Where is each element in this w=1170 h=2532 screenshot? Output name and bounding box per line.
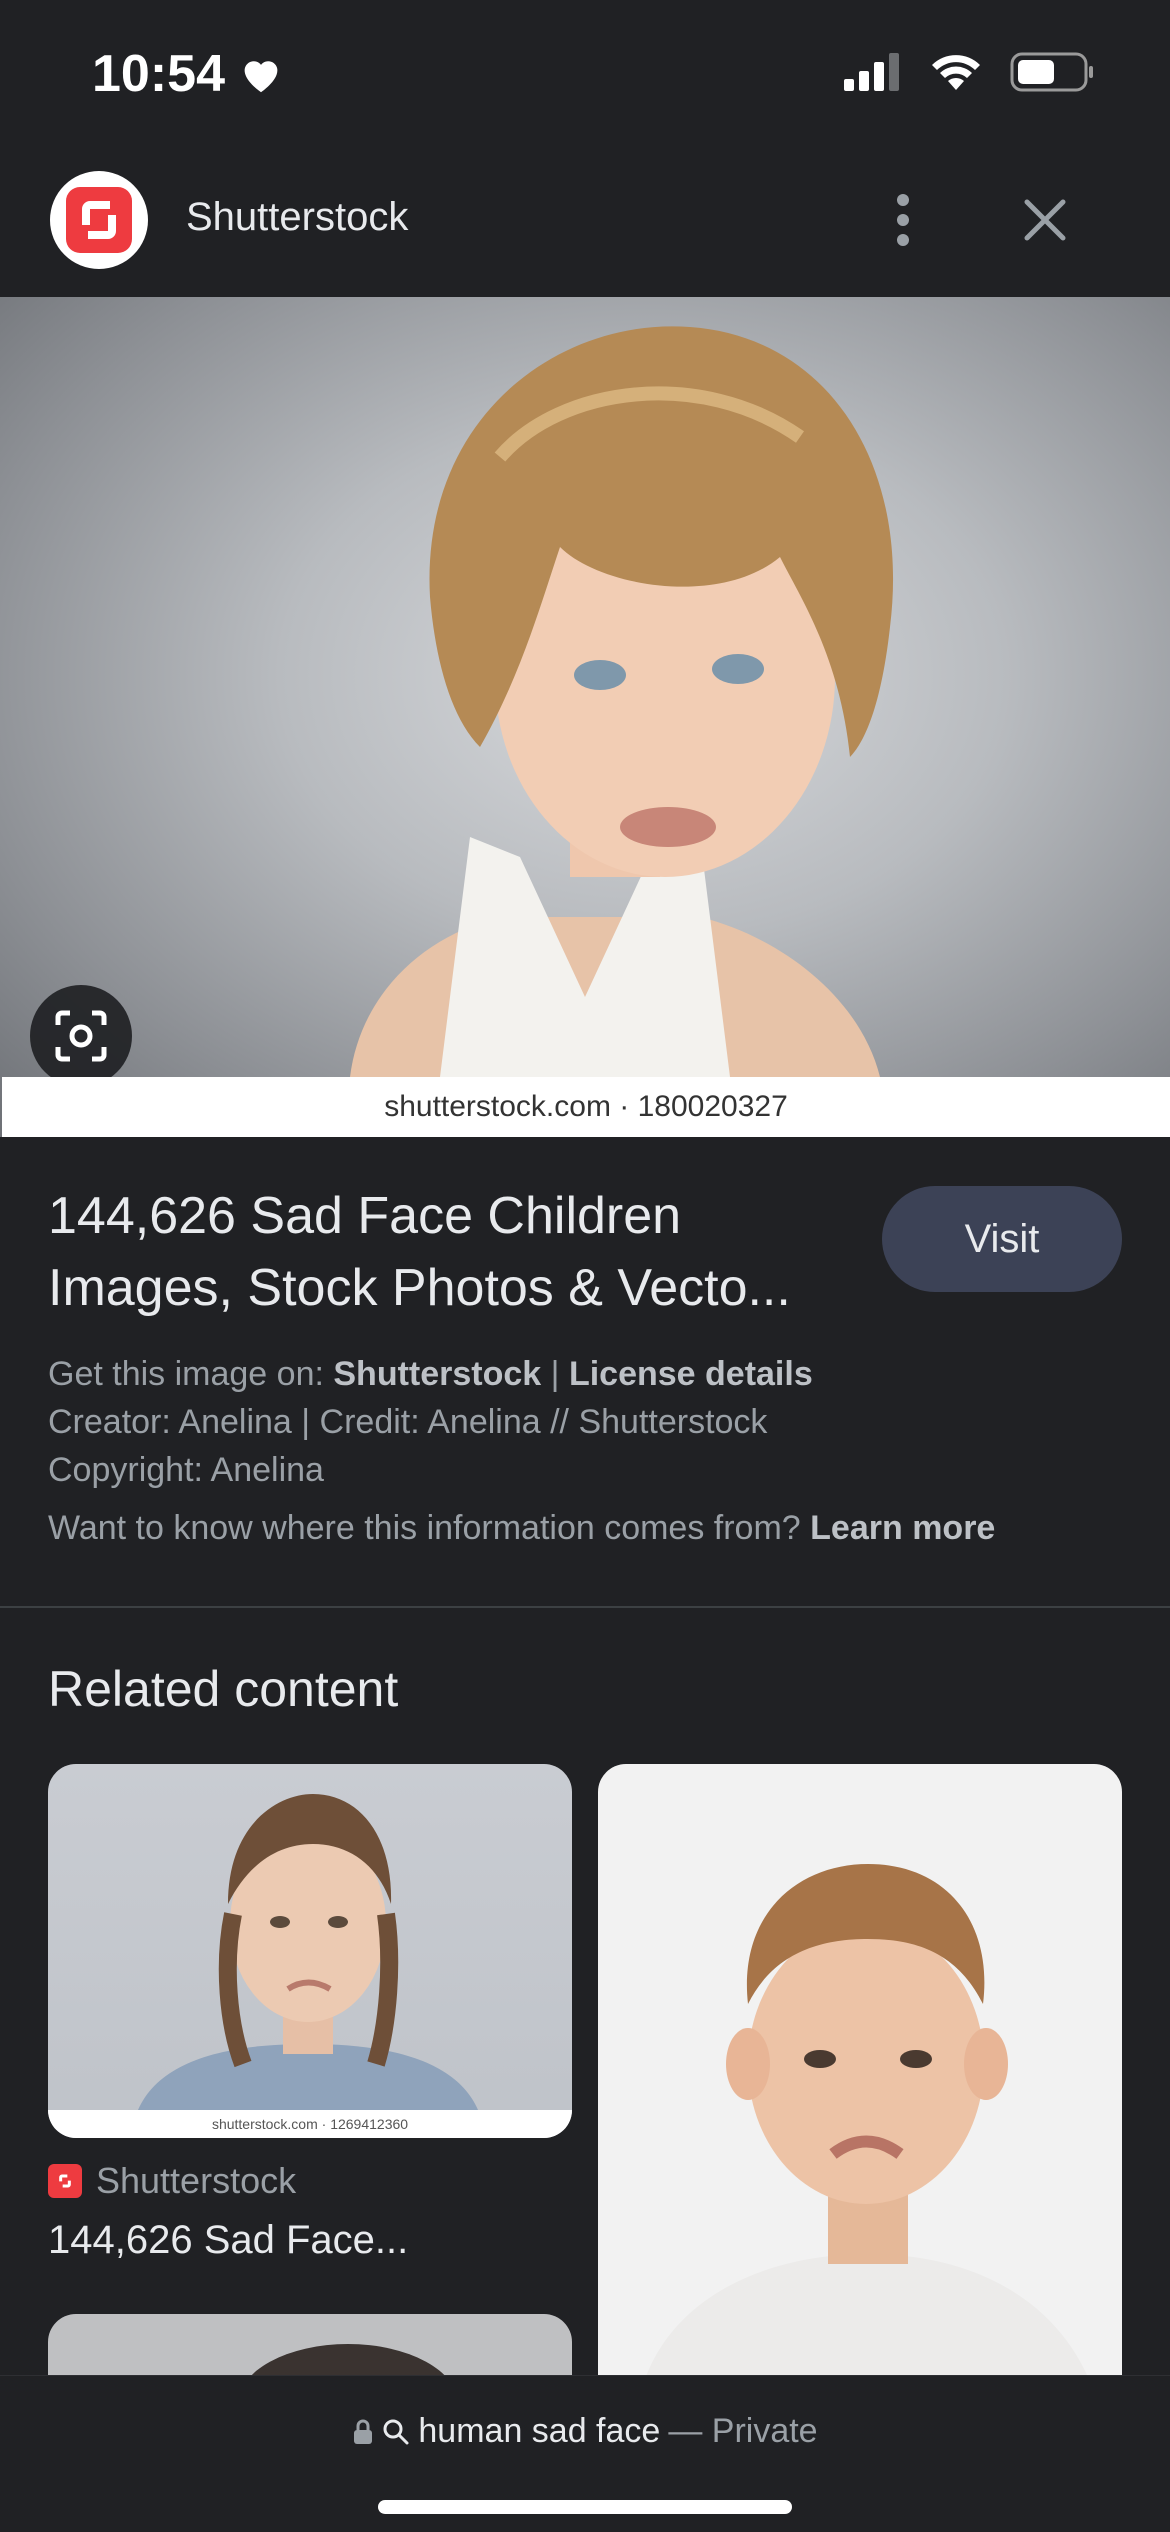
- related-card-title[interactable]: 144,626 Sad Face...: [48, 2218, 408, 2263]
- related-card-image[interactable]: shutterstock.com · 1269412360: [48, 1764, 572, 2138]
- result-meta: Get this image on: Shutterstock | Licens…: [48, 1350, 1128, 1552]
- sad-girl-photo: [138, 1794, 478, 2110]
- status-time: 10:54: [92, 44, 283, 104]
- clock: 10:54: [92, 45, 225, 103]
- crying-toddler-photo: [638, 1864, 1098, 2404]
- info-source-row: Want to know where this information come…: [48, 1504, 1128, 1552]
- creator-line: Creator: Anelina | Credit: Anelina // Sh…: [48, 1403, 768, 1441]
- get-image-row: Get this image on: Shutterstock | Licens…: [48, 1350, 1128, 1398]
- signal-icon: [844, 53, 899, 91]
- shutterstock-logo-icon: [66, 187, 132, 253]
- source-link[interactable]: Shutterstock: [333, 1355, 541, 1393]
- close-button[interactable]: [1010, 185, 1080, 255]
- copyright-line: Copyright: Anelina: [48, 1451, 324, 1489]
- battery-icon: [1010, 52, 1093, 92]
- related-card-source-name: Shutterstock: [96, 2160, 297, 2201]
- main-image[interactable]: shutterstock.com · 180020327: [0, 297, 1170, 1137]
- private-label: — Private: [668, 2412, 818, 2450]
- shutterstock-mini-icon: [48, 2164, 82, 2198]
- related-card-source: Shutterstock: [48, 2160, 296, 2202]
- image-watermark-caption: shutterstock.com · 180020327: [2, 1077, 1170, 1137]
- related-card-caption: shutterstock.com · 1269412360: [48, 2110, 572, 2138]
- status-bar: 10:54: [0, 0, 1170, 155]
- site-name[interactable]: Shutterstock: [186, 195, 408, 240]
- status-indicators: [844, 52, 1094, 92]
- lens-search-button[interactable]: [30, 985, 132, 1087]
- search-query: human sad face: [418, 2412, 661, 2450]
- heart-icon: [244, 61, 278, 93]
- search-icon: [383, 2419, 409, 2444]
- divider: [0, 1606, 1170, 1608]
- get-image-prefix: Get this image on:: [48, 1355, 324, 1393]
- wifi-icon: [932, 55, 980, 90]
- more-options-button[interactable]: [878, 185, 928, 255]
- learn-more-link[interactable]: Learn more: [810, 1509, 995, 1547]
- close-icon: [1024, 199, 1066, 241]
- crying-boy-photo: [350, 326, 894, 1077]
- lens-icon: [55, 1010, 107, 1062]
- info-question: Want to know where this information come…: [48, 1509, 801, 1547]
- result-title[interactable]: 144,626 Sad Face Children Images, Stock …: [48, 1180, 868, 1324]
- separator: |: [550, 1355, 560, 1393]
- license-details-link[interactable]: License details: [569, 1355, 813, 1393]
- more-vert-icon: [897, 194, 909, 246]
- related-card-image-2[interactable]: [598, 1764, 1122, 2404]
- bottom-bar: human sad face — Private: [0, 2375, 1170, 2532]
- visit-button[interactable]: Visit: [882, 1186, 1122, 1292]
- home-indicator[interactable]: [378, 2500, 792, 2514]
- related-heading: Related content: [48, 1661, 399, 1717]
- url-bar[interactable]: human sad face — Private: [0, 2412, 1170, 2451]
- lock-icon: [354, 2419, 373, 2444]
- shutterstock-logo: [50, 171, 148, 269]
- site-header: Shutterstock: [0, 155, 1170, 297]
